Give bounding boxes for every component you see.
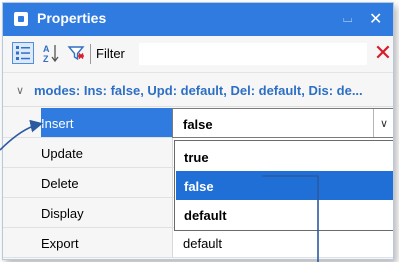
pin-icon[interactable]: ⌴ (343, 11, 353, 26)
chevron-down-icon[interactable]: ∨ (16, 84, 24, 97)
clear-filter-icon[interactable]: ✕ (373, 41, 393, 65)
property-row-export[interactable]: Export default (3, 228, 393, 258)
property-name: Display (41, 206, 84, 221)
insert-value-combobox[interactable]: false ∨ (172, 108, 393, 138)
category-header[interactable]: ∨ modes: Ins: false, Upd: default, Del: … (3, 75, 393, 107)
filter-label: Filter (96, 46, 125, 61)
dropdown-option-default[interactable]: default (176, 200, 393, 229)
sort-az-icon[interactable]: A Z (40, 42, 62, 64)
category-label: modes: Ins: false, Upd: default, Del: de… (34, 83, 363, 98)
property-value: default (183, 236, 223, 251)
close-icon[interactable]: ✕ (369, 9, 382, 29)
toolbar: A Z Filter ✕ (3, 36, 393, 73)
dropdown-option-true[interactable]: true (176, 142, 393, 171)
panel-title: Properties (37, 10, 107, 26)
properties-icon (14, 12, 28, 26)
combobox-value: false (183, 117, 213, 132)
property-value-cell[interactable]: default (172, 228, 393, 257)
chevron-down-icon[interactable]: ∨ (373, 109, 393, 137)
categorized-view-icon[interactable] (12, 42, 34, 64)
toolbar-separator (90, 44, 91, 64)
property-row-insert[interactable]: Insert false ∨ (3, 108, 393, 138)
filter-input[interactable] (139, 43, 367, 65)
svg-text:Z: Z (43, 54, 49, 63)
svg-text:A: A (43, 44, 50, 54)
title-bar: Properties ⌴ ✕ (3, 3, 393, 36)
properties-panel: Properties ⌴ ✕ A Z Filter ✕ ∨ modes: Ins… (2, 2, 394, 260)
value-dropdown-list: true false default (174, 140, 393, 231)
property-name: Insert (41, 116, 74, 131)
property-name: Export (41, 236, 79, 251)
filter-icon[interactable] (65, 42, 87, 64)
dropdown-option-false[interactable]: false (176, 171, 393, 200)
property-name: Update (41, 146, 83, 161)
property-name: Delete (41, 176, 79, 191)
